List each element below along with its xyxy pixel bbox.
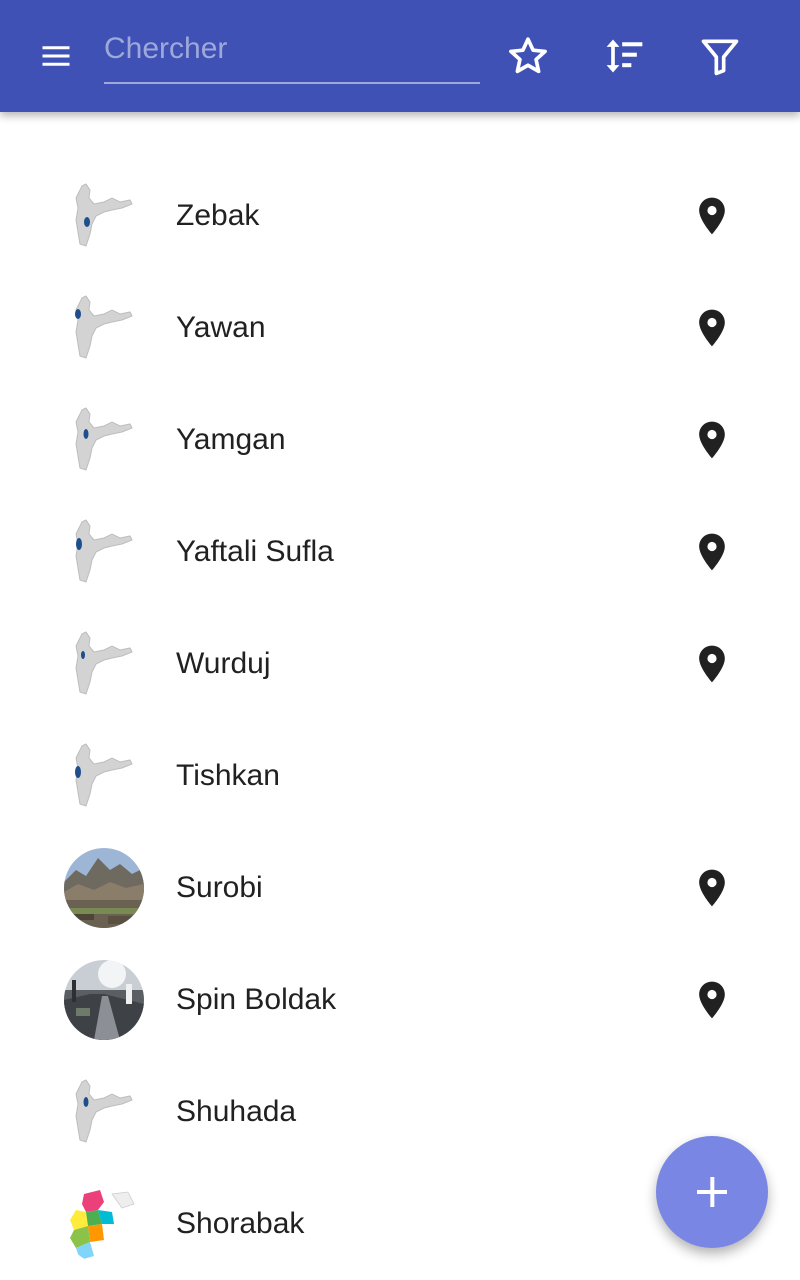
menu-icon bbox=[42, 46, 70, 66]
location-pin-icon bbox=[699, 981, 725, 1019]
add-button[interactable] bbox=[656, 1136, 768, 1248]
menu-button[interactable] bbox=[20, 20, 92, 92]
district-list: Zebak Yawan Yamgan Yaftali Sufla Wurduj … bbox=[0, 160, 800, 1280]
location-pin-icon bbox=[699, 421, 725, 459]
location-button[interactable] bbox=[680, 524, 744, 580]
location-pin-icon bbox=[699, 309, 725, 347]
sort-button[interactable] bbox=[588, 20, 660, 92]
locator-map-thumbnail bbox=[64, 512, 144, 592]
locator-map-thumbnail bbox=[64, 400, 144, 480]
list-item[interactable]: Yamgan bbox=[0, 384, 800, 496]
list-item[interactable]: Surobi bbox=[0, 832, 800, 944]
locator-map-thumbnail bbox=[64, 736, 144, 816]
locator-map-thumbnail bbox=[64, 1072, 144, 1152]
filter-icon bbox=[701, 39, 739, 76]
photo-thumbnail bbox=[64, 848, 144, 928]
list-item[interactable]: Zebak bbox=[0, 160, 800, 272]
list-item[interactable]: Yaftali Sufla bbox=[0, 496, 800, 608]
location-button[interactable] bbox=[680, 636, 744, 692]
star-outline-icon bbox=[509, 37, 547, 74]
app-screen: Zebak Yawan bbox=[0, 0, 800, 1280]
add-icon bbox=[697, 1177, 727, 1207]
location-button[interactable] bbox=[680, 300, 744, 356]
map-thumbnail bbox=[64, 1184, 144, 1264]
list-item-label: Zebak bbox=[176, 199, 260, 232]
list-item-label: Shorabak bbox=[176, 1207, 305, 1240]
list-item-label: Surobi bbox=[176, 871, 263, 904]
search-input[interactable] bbox=[104, 22, 480, 76]
location-pin-icon bbox=[699, 197, 725, 235]
filter-button[interactable] bbox=[684, 20, 756, 92]
list-item-label: Wurduj bbox=[176, 647, 271, 680]
location-button[interactable] bbox=[680, 972, 744, 1028]
list-item[interactable]: Tishkan bbox=[0, 720, 800, 832]
sort-icon bbox=[606, 39, 643, 73]
locator-map-thumbnail bbox=[64, 288, 144, 368]
list-item-label: Yawan bbox=[176, 311, 266, 344]
favorites-button[interactable] bbox=[492, 20, 564, 92]
list-item[interactable]: Yawan bbox=[0, 272, 800, 384]
locator-map-thumbnail bbox=[64, 176, 144, 256]
list-item-label: Shuhada bbox=[176, 1095, 297, 1128]
locator-map-thumbnail bbox=[64, 624, 144, 704]
list-item-label: Tishkan bbox=[176, 759, 280, 792]
location-button[interactable] bbox=[680, 188, 744, 244]
location-pin-icon bbox=[699, 533, 725, 571]
list-item-label: Spin Boldak bbox=[176, 983, 337, 1016]
list-item-label: Yaftali Sufla bbox=[176, 535, 334, 568]
list-item[interactable]: Spin Boldak bbox=[0, 944, 800, 1056]
list-item-label: Yamgan bbox=[176, 423, 286, 456]
location-button[interactable] bbox=[680, 412, 744, 468]
list-item[interactable]: Wurduj bbox=[0, 608, 800, 720]
search-field bbox=[104, 22, 480, 84]
photo-thumbnail bbox=[64, 960, 144, 1040]
location-pin-icon bbox=[699, 869, 725, 907]
location-button[interactable] bbox=[680, 860, 744, 916]
location-pin-icon bbox=[699, 645, 725, 683]
top-app-bar bbox=[0, 0, 800, 112]
